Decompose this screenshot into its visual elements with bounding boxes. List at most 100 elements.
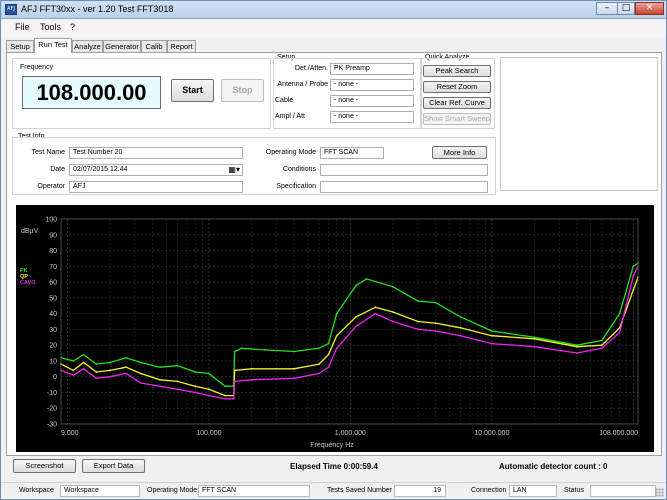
tab-calib[interactable]: Calib (141, 40, 167, 52)
cable-field[interactable]: - none - (330, 95, 414, 107)
maximize-button[interactable]: □ (617, 2, 635, 15)
data-point-cavg (618, 331, 621, 334)
calendar-dropdown-icon[interactable]: ▦▾ (228, 165, 240, 175)
data-point-cavg (392, 320, 394, 323)
test-name-field[interactable]: Test Number 20 (69, 147, 243, 159)
close-button[interactable]: ✕ (635, 2, 664, 15)
more-info-button[interactable]: More Info (432, 146, 487, 159)
peak-search-button[interactable]: Peak Search (423, 65, 491, 77)
reset-zoom-button[interactable]: Reset Zoom (423, 81, 491, 93)
date-field[interactable]: 02/07/2015 12.44 ▦▾ (69, 164, 243, 176)
data-point-cavg (109, 375, 111, 378)
data-point-cavg (232, 397, 235, 400)
data-point-cavg (417, 328, 419, 331)
data-point-qp (392, 311, 394, 313)
specification-field[interactable] (320, 181, 488, 193)
data-point-qp (576, 345, 578, 348)
data-point-pk (618, 312, 621, 315)
spectrum-chart[interactable]: 100 90 80 70 60 50 40 30 20 10 0 -10 -20 -30 9.000 100.… (16, 205, 654, 452)
x-tick-label: 100.000 (196, 430, 221, 437)
data-point-pk (601, 339, 603, 342)
data-point-pk (264, 349, 267, 351)
ampl-att-field[interactable]: - none - (330, 111, 414, 123)
app-window: AFJ AFJ FFT30xx - ver 1.20 Test FFT3018 … (0, 0, 667, 500)
ampl-att-label: Ampl / Att (275, 113, 305, 120)
det-atten-field[interactable]: PK Preamp (330, 63, 414, 75)
data-point-cavg (82, 367, 85, 370)
data-point-pk (194, 371, 197, 373)
data-point-cavg (95, 377, 98, 380)
status-connection-field: LAN (509, 485, 557, 497)
y-tick-label: 10 (49, 358, 57, 365)
specification-label: Specification (276, 183, 316, 190)
antenna-probe-field[interactable]: - none - (330, 79, 414, 91)
data-point-cavg (374, 312, 377, 315)
tab-report[interactable]: Report (167, 40, 196, 52)
data-point-qp (250, 367, 253, 370)
menu-file[interactable]: File (15, 22, 30, 32)
data-point-cavg (459, 334, 462, 337)
spectrum-chart-svg: 1009080706050403020100-10-20-309.000 100.… (20, 217, 639, 449)
frequency-label: Frequency (20, 64, 54, 71)
export-data-button[interactable]: Export Data (82, 459, 145, 473)
frequency-display[interactable]: 108.000.00 (22, 76, 161, 109)
title-bar[interactable]: AFJ AFJ FFT30xx - ver 1.20 Test FFT3018 … (1, 1, 666, 19)
data-point-cavg (632, 274, 635, 277)
status-tests-saved-label: Tests Saved Number (327, 487, 392, 494)
data-point-pk (434, 301, 437, 304)
tab-setup[interactable]: Setup (6, 40, 34, 52)
status-operating-mode-field: FFT SCAN (198, 485, 310, 497)
data-point-pk (109, 361, 111, 364)
data-point-qp (374, 306, 377, 309)
operating-mode-field[interactable]: FFT SCAN (320, 147, 384, 159)
data-point-pk (224, 385, 226, 388)
det-atten-label: Det./Atten. (294, 65, 328, 72)
x-tick-label: 9.000 (61, 430, 79, 437)
data-point-pk (365, 278, 368, 280)
y-tick-label: 30 (49, 327, 57, 334)
status-operating-mode-label: Operating Mode (147, 487, 198, 494)
stop-button[interactable]: Stop (221, 79, 264, 102)
antenna-probe-label: Antenna / Probe (277, 81, 328, 88)
y-tick-label: -10 (47, 390, 57, 397)
data-point-pk (417, 300, 419, 302)
tab-analyze[interactable]: Analyze (72, 40, 103, 52)
data-point-pk (125, 356, 128, 359)
tab-run-test[interactable]: Run Test (34, 38, 72, 53)
data-point-cavg (490, 342, 493, 345)
y-axis-label: dBµV (21, 228, 39, 235)
data-point-qp (490, 334, 493, 337)
tab-generator[interactable]: Generator (103, 40, 141, 52)
data-point-qp (176, 380, 179, 383)
y-tick-label: 20 (49, 343, 57, 350)
data-point-cavg (250, 378, 253, 381)
data-point-pk (208, 372, 210, 375)
clear-ref-curve-button[interactable]: Clear Ref. Curve (423, 97, 491, 109)
menu-tools[interactable]: Tools (40, 22, 61, 32)
data-point-qp (233, 369, 236, 372)
screenshot-button[interactable]: Screenshot (13, 459, 76, 473)
y-tick-label: 50 (49, 295, 57, 302)
data-point-pk (392, 285, 394, 288)
data-point-qp (533, 337, 536, 340)
status-workspace-field: Workspace (60, 485, 140, 497)
series-line-pk (60, 262, 639, 387)
data-point-pk (95, 363, 98, 365)
minimize-button[interactable]: – (596, 2, 618, 15)
show-smart-sweep-button[interactable]: Show Smart Sweep (423, 113, 491, 125)
operator-label: Operator (37, 183, 65, 190)
conditions-field[interactable] (320, 164, 488, 176)
data-point-qp (82, 361, 85, 364)
resize-grip-icon[interactable] (655, 488, 664, 497)
operator-field[interactable]: AFJ (69, 181, 243, 193)
chart-axes: 1009080706050403020100-10-20-309.000 100.… (45, 217, 639, 437)
menu-help[interactable]: ? (70, 22, 75, 32)
start-button[interactable]: Start (171, 79, 214, 102)
data-point-cavg (159, 385, 161, 388)
elapsed-time: Elapsed Time 0:00:59.4 (290, 462, 378, 471)
data-point-pk (82, 353, 85, 356)
app-icon: AFJ (5, 4, 17, 15)
status-bar: Workspace Workspace Operating Mode FFT S… (1, 482, 666, 499)
menu-bar: File Tools ? (1, 19, 666, 37)
window-title: AFJ FFT30xx - ver 1.20 Test FFT3018 (21, 4, 174, 14)
